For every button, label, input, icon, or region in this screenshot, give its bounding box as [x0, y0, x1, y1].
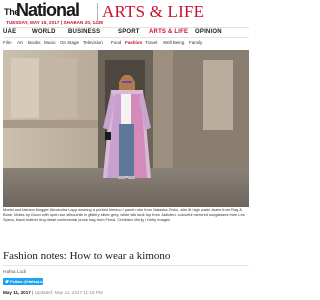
follow-button-label: Follow @HafsaLodi — [10, 279, 46, 284]
logo-name: National — [16, 0, 80, 20]
dateline: TUESDAY, MAY 16, 2017 | SHABAN 20, 1438 — [6, 20, 104, 25]
main-nav-item-sport[interactable]: SPORT — [118, 29, 140, 35]
sub-nav-item-art[interactable]: Art — [17, 40, 23, 45]
author-name[interactable]: Hafsa Lodi — [3, 270, 26, 275]
sub-nav-item-film[interactable]: Film — [3, 40, 12, 45]
sub-nav-item-on-stage[interactable]: On Stage — [60, 40, 79, 45]
sub-nav-item-well-being[interactable]: Well Being — [163, 40, 184, 45]
article-photo[interactable] — [3, 50, 249, 207]
sub-nav-item-music[interactable]: Music — [44, 40, 56, 45]
twitter-bird-icon — [5, 280, 9, 284]
sub-nav-item-fashion[interactable]: Fashion — [125, 40, 142, 45]
main-nav-item-world[interactable]: WORLD — [32, 29, 56, 35]
main-nav-item-opinion[interactable]: OPINION — [195, 29, 222, 35]
sub-nav-item-television[interactable]: Television — [83, 40, 103, 45]
updated-timestamp: Updated: May 11, 2017 11:16 PM — [34, 290, 103, 295]
main-nav-item-arts-life[interactable]: ARTS & LIFE — [149, 29, 188, 35]
main-nav-item-business[interactable]: BUSINESS — [68, 29, 100, 35]
publish-info: May 11, 2017 | Updated: May 11, 2017 11:… — [3, 290, 103, 295]
page: The National ARTS & LIFE TUESDAY, MAY 16… — [0, 0, 251, 300]
article-photo-illustration — [3, 50, 249, 207]
sub-nav-item-food[interactable]: Food — [111, 40, 121, 45]
sub-nav: Film Art Books Music On Stage Television… — [3, 40, 249, 47]
article-headline: Fashion notes: How to wear a kimono — [3, 250, 171, 262]
section-title[interactable]: ARTS & LIFE — [102, 2, 204, 22]
published-date: May 11, 2017 — [3, 290, 31, 295]
masthead-divider — [97, 3, 98, 21]
twitter-follow-button[interactable]: Follow @HafsaLodi — [3, 278, 46, 285]
sub-nav-item-books[interactable]: Books — [28, 40, 41, 45]
headline-divider — [3, 265, 249, 266]
masthead: The National ARTS & LIFE TUESDAY, MAY 16… — [3, 0, 249, 25]
sub-nav-item-travel[interactable]: Travel — [145, 40, 157, 45]
sub-nav-item-family[interactable]: Family — [189, 40, 202, 45]
main-nav: UAE WORLD BUSINESS SPORT ARTS & LIFE OPI… — [3, 27, 249, 38]
photo-caption: Model and fashion blogger Alexandra Lapp… — [3, 207, 245, 222]
main-nav-item-uae[interactable]: UAE — [3, 29, 16, 35]
